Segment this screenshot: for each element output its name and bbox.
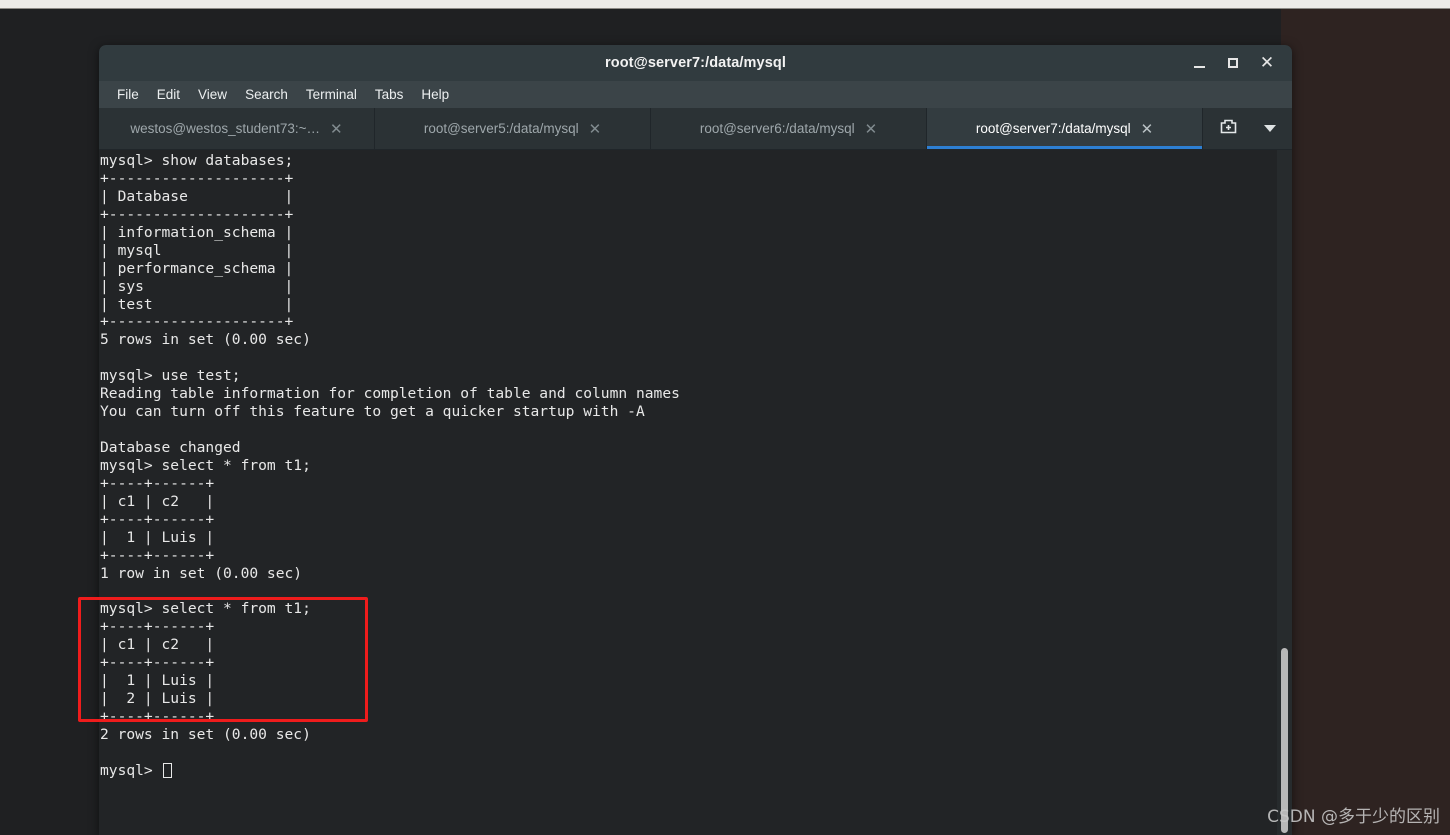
terminal-line: +--------------------+ [100,169,294,187]
watermark-text: CSDN @多于少的区别 [1267,807,1440,827]
terminal-line: +----+------+ [100,546,215,564]
terminal-window: root@server7:/data/mysql ✕ File Edit Vie… [99,45,1292,835]
terminal-line: | 1 | Luis | [100,528,215,546]
terminal-line: 2 rows in set (0.00 sec) [100,726,311,743]
terminal-output-area[interactable]: mysql> show databases; +-----------------… [99,150,1292,835]
terminal-line: mysql> show databases; [100,152,294,169]
screen: root@server7:/data/mysql ✕ File Edit Vie… [0,0,1450,835]
terminal-line: Reading table information for completion… [100,385,680,403]
tab-close-icon[interactable]: ✕ [589,121,602,136]
tab-close-icon[interactable]: ✕ [865,121,878,136]
close-button[interactable]: ✕ [1250,48,1284,78]
terminal-line: +----+------+ [100,708,215,726]
terminal-line: | performance_schema | [100,259,294,277]
terminal-line: mysql> use test; [100,367,241,385]
tab-server5[interactable]: root@server5:/data/mysql ✕ [375,108,651,149]
close-icon: ✕ [1259,52,1275,73]
terminal-line: | mysql | [100,241,294,259]
terminal-line: | sys | [100,277,294,295]
window-controls: ✕ [1182,45,1284,81]
menu-item-file[interactable]: File [108,84,148,105]
terminal-line: 5 rows in set (0.00 sec) [100,331,311,349]
menu-item-help[interactable]: Help [412,84,458,105]
tab-label: westos@westos_student73:~… [130,121,321,136]
top-panel-strip [0,0,1450,9]
terminal-text: mysql> show databases; +-----------------… [99,152,680,780]
tab-bar: westos@westos_student73:~… ✕ root@server… [99,108,1292,150]
terminal-line: +----+------+ [100,474,215,492]
menu-item-search[interactable]: Search [236,84,297,105]
tab-westos-student73[interactable]: westos@westos_student73:~… ✕ [99,108,375,149]
tab-close-icon[interactable]: ✕ [330,121,343,136]
terminal-line: +--------------------+ [100,205,294,223]
desktop-background-right [1281,9,1450,835]
terminal-line: Database changed [100,439,241,456]
maximize-button[interactable] [1216,48,1250,78]
minimize-button[interactable] [1182,48,1216,78]
tab-label: root@server7:/data/mysql [975,121,1131,136]
terminal-cursor [162,762,172,778]
maximize-icon [1228,58,1238,68]
terminal-line: mysql> [99,762,680,780]
tab-close-icon[interactable]: ✕ [1141,121,1154,136]
chevron-down-icon[interactable] [1264,125,1276,132]
menu-item-edit[interactable]: Edit [148,84,189,105]
terminal-line: +----+------+ [100,654,215,672]
terminal-line: | Database | [100,187,294,205]
terminal-line: +----+------+ [100,618,215,636]
tab-label: root@server6:/data/mysql [699,121,855,136]
terminal-line: mysql> select * from t1; [100,456,311,474]
menu-item-view[interactable]: View [189,84,236,105]
terminal-line: 1 row in set (0.00 sec) [100,564,303,582]
window-title: root@server7:/data/mysql [605,55,786,71]
minimize-icon [1193,66,1205,68]
title-bar: root@server7:/data/mysql ✕ [99,45,1292,81]
terminal-line: +--------------------+ [100,313,294,331]
terminal-scrollbar[interactable] [1277,150,1292,835]
new-tab-icon[interactable] [1219,117,1238,141]
terminal-line: You can turn off this feature to get a q… [100,403,645,421]
terminal-line: | 2 | Luis | [100,690,215,708]
terminal-line: +----+------+ [100,510,215,528]
terminal-line: | c1 | c2 | [100,636,215,654]
terminal-line: mysql> select * from t1; [100,600,311,618]
menu-bar: File Edit View Search Terminal Tabs Help [99,81,1292,108]
terminal-line: | c1 | c2 | [100,492,215,510]
terminal-line: | 1 | Luis | [100,672,215,690]
menu-item-terminal[interactable]: Terminal [297,84,366,105]
terminal-line: | test | [100,295,294,313]
tab-label: root@server5:/data/mysql [423,121,579,136]
tab-server6[interactable]: root@server6:/data/mysql ✕ [651,108,927,149]
terminal-line: | information_schema | [100,223,294,241]
menu-item-tabs[interactable]: Tabs [366,84,413,105]
tab-bar-actions [1203,108,1292,149]
tab-server7[interactable]: root@server7:/data/mysql ✕ [927,108,1203,149]
